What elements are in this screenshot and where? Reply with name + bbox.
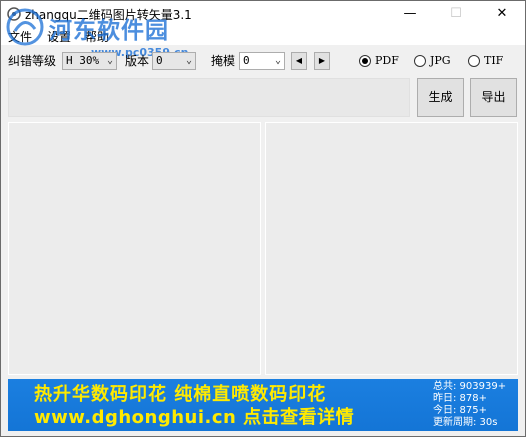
stat-today: 今日: 875+: [433, 405, 488, 416]
source-preview-panel: [8, 122, 261, 375]
version-label: 版本: [125, 54, 150, 68]
mask-value: 0: [243, 54, 250, 67]
stat-refresh: 更新周期: 30s: [433, 417, 498, 428]
close-button[interactable]: ✕: [479, 1, 525, 29]
stat-total: 总共: 903939+: [433, 381, 507, 392]
export-button[interactable]: 导出: [470, 78, 517, 117]
next-button[interactable]: ▶: [314, 52, 330, 70]
window-title: zhangqu二维码图片转矢量3.1: [25, 8, 192, 22]
format-tif-label: TIF: [484, 54, 504, 67]
menu-file[interactable]: 文件: [8, 29, 32, 45]
vector-preview-panel: [265, 122, 518, 375]
title-bar: zhangqu二维码图片转矢量3.1 — ☐ ✕: [1, 1, 525, 29]
format-jpg-label: JPG: [430, 54, 451, 67]
minimize-button[interactable]: —: [387, 1, 433, 29]
app-window: zhangqu二维码图片转矢量3.1 — ☐ ✕ 文件 设置 帮助 河东软件园 …: [0, 0, 526, 437]
prev-button[interactable]: ◀: [291, 52, 307, 70]
chevron-down-icon: ⌄: [106, 55, 113, 66]
radio-tif[interactable]: [468, 55, 480, 67]
error-level-label: 纠错等级: [8, 54, 57, 68]
radio-jpg[interactable]: [414, 55, 426, 67]
chevron-down-icon: ⌄: [274, 55, 281, 66]
content-input[interactable]: [8, 78, 410, 117]
mask-select[interactable]: 0 ⌄: [239, 52, 285, 70]
mask-label: 掩模: [211, 54, 236, 68]
ad-banner[interactable]: 热升华数码印花 纯棉直喷数码印花 www.dghonghui.cn 点击查看详情…: [8, 379, 518, 431]
stat-yesterday: 昨日: 878+: [433, 393, 488, 404]
version-value: 0: [156, 54, 163, 67]
version-select[interactable]: 0 ⌄: [152, 52, 196, 70]
maximize-button[interactable]: ☐: [433, 1, 479, 29]
menu-settings[interactable]: 设置: [47, 29, 71, 45]
menu-bar: 文件 设置 帮助: [1, 29, 525, 45]
error-level-select[interactable]: H 30% ⌄: [62, 52, 117, 70]
generate-button[interactable]: 生成: [417, 78, 464, 117]
format-pdf-label: PDF: [375, 54, 399, 67]
radio-pdf[interactable]: [359, 55, 371, 67]
ad-line-2[interactable]: www.dghonghui.cn 点击查看详情: [34, 403, 354, 429]
error-level-value: H 30%: [66, 54, 100, 67]
app-icon: [7, 7, 21, 21]
chevron-down-icon: ⌄: [185, 55, 192, 66]
menu-help[interactable]: 帮助: [85, 29, 109, 45]
